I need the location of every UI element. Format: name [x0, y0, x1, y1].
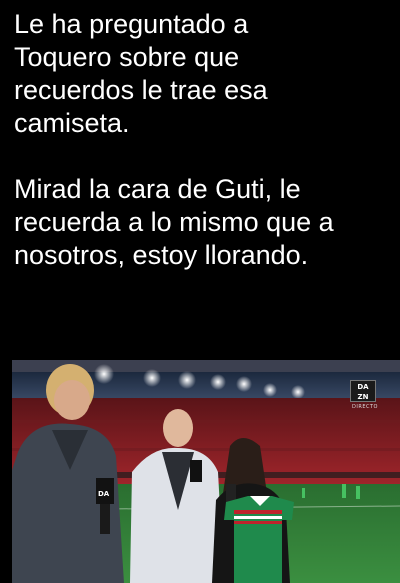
tweet-paragraph: Le ha preguntado a Toquero sobre que rec…	[14, 9, 268, 138]
svg-text:DA: DA	[98, 490, 110, 498]
dazn-logo: DA ZN	[350, 380, 376, 402]
stadium-photo: DA	[12, 360, 400, 583]
tweet-paragraph: Mirad la cara de Guti, le recuerda a lo …	[14, 174, 334, 270]
tweet-post: Le ha preguntado a Toquero sobre que rec…	[0, 0, 400, 583]
live-label: DIRECTO	[352, 404, 378, 410]
tweet-body: Le ha preguntado a Toquero sobre que rec…	[14, 8, 400, 272]
tweet-media-image[interactable]: DA DA ZN DIRECTO	[12, 360, 400, 583]
